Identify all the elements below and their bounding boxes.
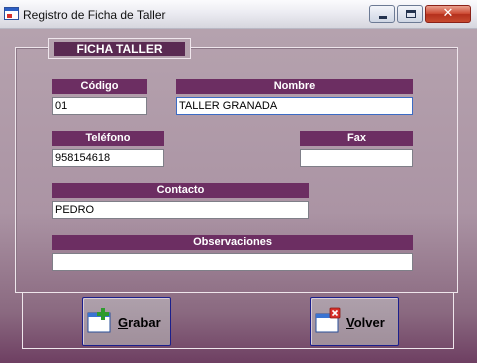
form-client-area: FICHA TALLER Código Nombre Teléfono Fax … — [0, 29, 477, 363]
fax-input[interactable] — [300, 149, 413, 167]
contacto-label: Contacto — [52, 183, 309, 198]
volver-label: Volver — [346, 315, 385, 330]
observaciones-label: Observaciones — [52, 235, 413, 250]
maximize-icon — [406, 10, 416, 18]
grabar-label: Grabar — [118, 315, 161, 330]
window-close-icon — [315, 307, 341, 333]
minimize-button[interactable] — [369, 5, 395, 23]
codigo-input[interactable] — [52, 97, 147, 115]
grabar-button[interactable]: Grabar — [82, 297, 171, 346]
app-window-icon — [4, 7, 19, 20]
window-title: Registro de Ficha de Taller — [23, 8, 166, 22]
nombre-input[interactable] — [176, 97, 413, 115]
volver-button[interactable]: Volver — [310, 297, 399, 346]
maximize-button[interactable] — [397, 5, 423, 23]
fax-label: Fax — [300, 131, 413, 146]
close-icon: ✕ — [442, 6, 454, 21]
telefono-input[interactable] — [52, 149, 164, 167]
telefono-label: Teléfono — [52, 131, 164, 146]
minimize-icon — [379, 16, 387, 19]
group-title-box: FICHA TALLER — [48, 38, 191, 59]
observaciones-input[interactable] — [52, 253, 413, 271]
nombre-label: Nombre — [176, 79, 413, 94]
codigo-label: Código — [52, 79, 147, 94]
contacto-input[interactable] — [52, 201, 309, 219]
new-window-plus-icon — [87, 308, 111, 333]
group-title: FICHA TALLER — [54, 42, 185, 56]
title-bar[interactable]: Registro de Ficha de Taller ✕ — [0, 0, 477, 29]
close-button[interactable]: ✕ — [425, 5, 471, 23]
